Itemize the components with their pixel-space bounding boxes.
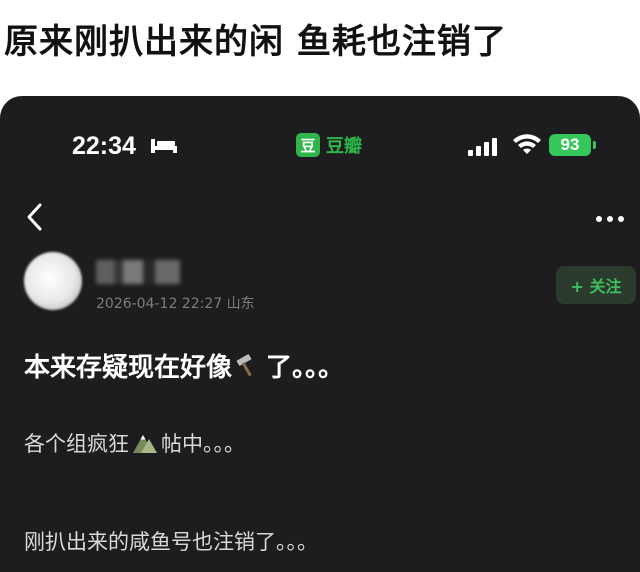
more-dot <box>618 216 624 222</box>
post-body-1-after: 帖中。。。 <box>161 432 245 456</box>
post-title-before: 本来存疑现在好像 <box>24 353 233 383</box>
more-dots-icon[interactable] <box>596 216 624 222</box>
hammer-icon <box>236 353 252 376</box>
cellular-signal-icon <box>468 138 497 156</box>
status-time: 22:34 <box>72 132 136 160</box>
app-name: 豆瓣 <box>326 136 362 157</box>
headline-caption: 原来刚扒出来的闲 鱼耗也注销了 <box>4 22 507 62</box>
battery-tip <box>593 141 596 149</box>
author-name-redacted[interactable] <box>96 260 180 284</box>
wifi-icon <box>513 134 541 154</box>
battery-indicator: 93 <box>549 134 591 156</box>
more-dot <box>596 216 602 222</box>
app-indicator: 豆 豆瓣 <box>296 132 362 158</box>
chevron-left-icon[interactable] <box>24 202 46 232</box>
post-body-line-2: 刚扒出来的咸鱼号也注销了。。。 <box>24 530 318 554</box>
mountain-icon <box>133 435 157 453</box>
post-body-1-before: 各个组疯狂 <box>24 432 129 456</box>
douban-logo-icon: 豆 <box>296 133 320 157</box>
avatar[interactable] <box>24 252 82 310</box>
post-title-after: 了。。。 <box>266 353 345 383</box>
phone-screenshot: 22:34 豆 豆瓣 93 2026-04-12 22:27 山东 + 关注 本… <box>0 96 640 572</box>
post-title: 本来存疑现在好像 了。。。 <box>24 347 344 384</box>
post-meta: 2026-04-12 22:27 山东 <box>96 296 255 312</box>
post-body-line-1: 各个组疯狂 帖中。。。 <box>24 428 245 458</box>
more-dot <box>607 216 613 222</box>
follow-button[interactable]: + 关注 <box>556 266 636 304</box>
bed-icon <box>151 139 177 153</box>
